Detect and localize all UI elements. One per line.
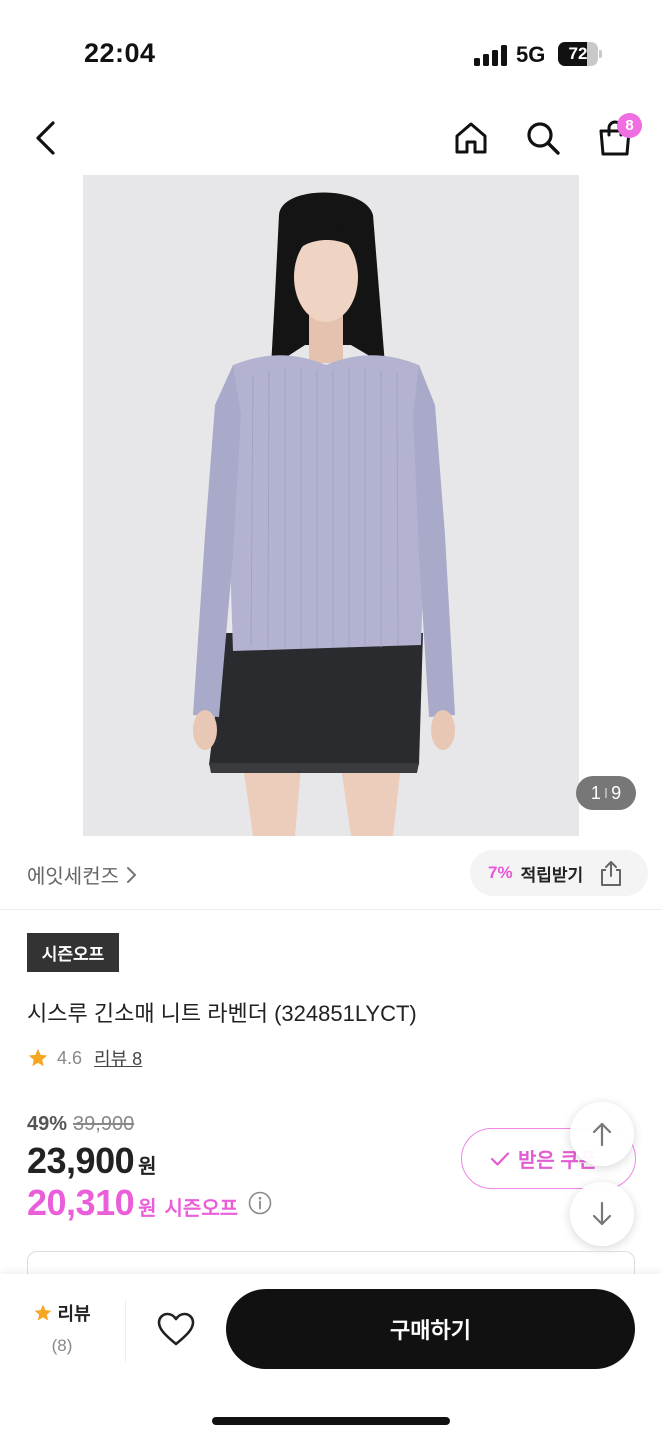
current-price: 23,900: [27, 1140, 135, 1181]
signal-icon: [474, 44, 508, 66]
image-page-counter: 1 I 9: [576, 776, 636, 810]
back-button[interactable]: [21, 113, 71, 163]
discount-row: 49% 39,900: [27, 1113, 134, 1136]
cart-count-badge: 8: [617, 113, 642, 138]
page-separator: I: [603, 784, 609, 802]
arrow-up-icon: [592, 1122, 612, 1147]
star-icon: [35, 1304, 52, 1321]
review-summary-label: 리뷰: [57, 1304, 91, 1324]
chevron-right-icon: [127, 866, 136, 883]
wishlist-button[interactable]: [150, 1303, 202, 1355]
top-nav: [0, 100, 662, 174]
sale-price: 20,310: [27, 1182, 135, 1223]
review-link[interactable]: 리뷰 8: [94, 1045, 142, 1071]
product-title: 시스루 긴소매 니트 라벤더 (324851LYCT): [27, 1001, 417, 1026]
search-button[interactable]: [518, 113, 568, 163]
points-share-button[interactable]: 7% 적립받기: [470, 850, 648, 896]
home-indicator: [212, 1417, 450, 1425]
chevron-left-icon: [36, 121, 55, 155]
heart-icon: [157, 1312, 195, 1346]
share-icon: [601, 861, 622, 886]
page-current: 1: [590, 782, 601, 803]
scroll-down-button[interactable]: [570, 1182, 634, 1246]
current-price-unit: 원: [138, 1156, 157, 1178]
points-percent: 7%: [488, 863, 513, 882]
review-count: (8): [51, 1336, 73, 1355]
bar-divider: [125, 1300, 126, 1362]
scroll-up-button[interactable]: [570, 1102, 634, 1166]
points-label: 적립받기: [520, 865, 584, 885]
check-icon: [490, 1151, 510, 1166]
page-total: 9: [611, 782, 622, 803]
status-bar: 22:04 5G 72: [0, 0, 662, 100]
home-button[interactable]: [446, 113, 496, 163]
battery-icon: 72: [558, 42, 602, 66]
network-label: 5G: [516, 42, 546, 67]
product-photo: [83, 175, 579, 836]
brand-name: 에잇세컨즈: [27, 866, 119, 888]
star-icon: [28, 1048, 48, 1067]
rating-row: 4.6 리뷰 8: [27, 1045, 142, 1071]
season-off-tag: 시즌오프: [27, 933, 119, 972]
sale-price-row: 20,310 원 시즌오프: [27, 1182, 272, 1224]
sale-label: 시즌오프: [164, 1198, 239, 1220]
arrow-down-icon: [592, 1201, 612, 1226]
discount-percent: 49%: [27, 1113, 68, 1135]
section-divider: [0, 909, 662, 910]
sale-price-unit: 원: [138, 1198, 157, 1220]
home-icon: [455, 122, 487, 154]
buy-button[interactable]: 구매하기: [226, 1289, 635, 1369]
status-time: 22:04: [84, 38, 156, 68]
original-price: 39,900: [73, 1113, 135, 1135]
product-image[interactable]: [83, 175, 579, 836]
review-summary-button[interactable]: 리뷰 (8): [20, 1300, 104, 1356]
battery-level: 72: [568, 44, 588, 63]
price-row: 23,900 원: [27, 1140, 157, 1182]
info-icon[interactable]: [248, 1191, 272, 1215]
rating-value: 4.6: [57, 1047, 83, 1068]
search-icon: [527, 122, 560, 155]
brand-link[interactable]: 에잇세컨즈: [27, 860, 137, 889]
